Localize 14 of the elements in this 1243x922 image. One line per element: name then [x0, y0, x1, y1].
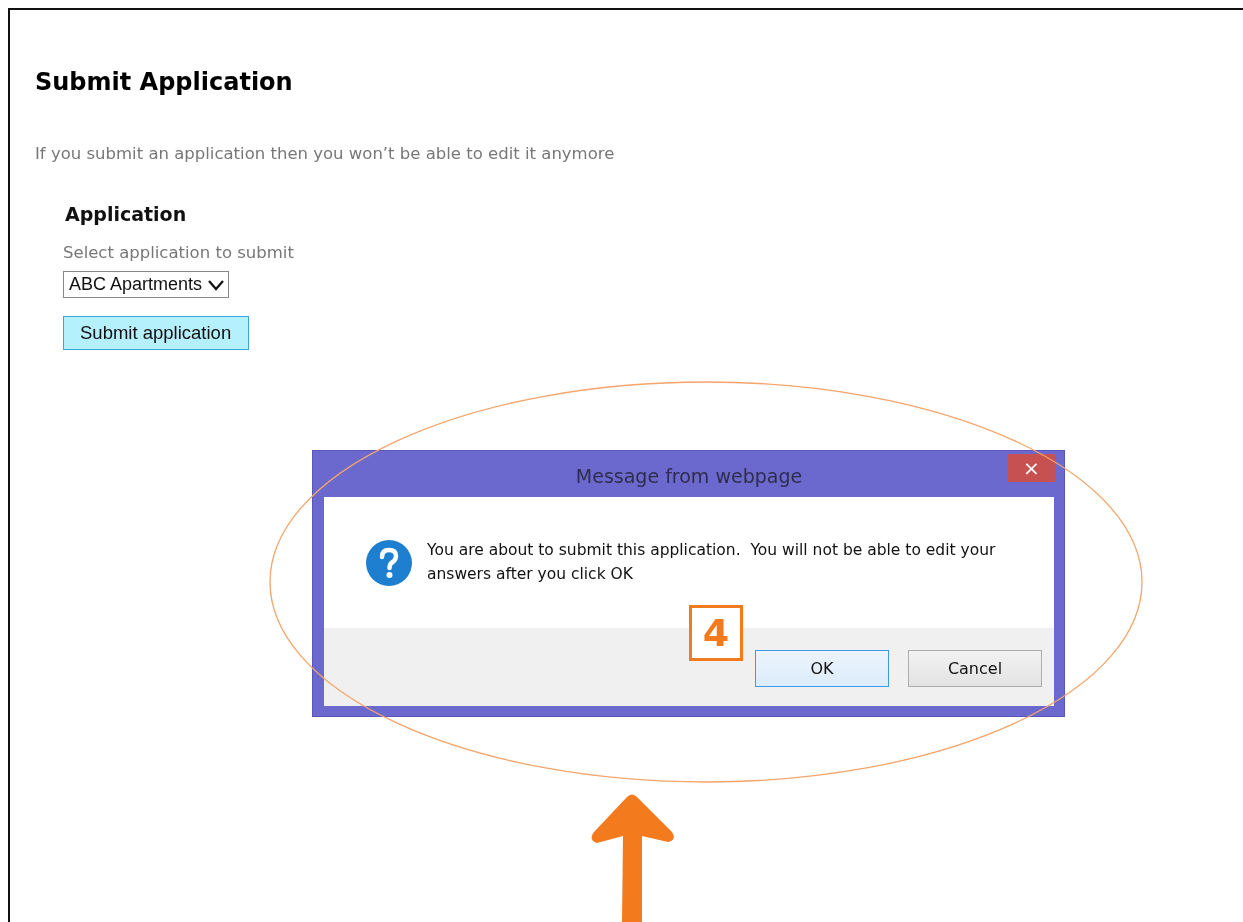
chevron-icon: [208, 278, 225, 291]
question-icon: [365, 539, 413, 587]
dialog-button[interactable]: OK: [755, 650, 889, 687]
select-label: Select application to submit: [63, 243, 294, 262]
submit-button[interactable]: Submit application: [63, 316, 250, 350]
page-title: Submit Application: [35, 68, 294, 96]
dialog-button[interactable]: Cancel: [908, 650, 1042, 687]
dialog-title: Message from webpage: [575, 465, 803, 487]
section-heading: Application: [65, 203, 187, 225]
step-number: 4: [689, 605, 743, 661]
dialog-message: You are about to submit this application. You will not be able to edit your answers after you click OK: [427, 540, 997, 585]
notice-text: If you submit an application then you won’t be able to edit it anymore: [35, 144, 616, 163]
application-select[interactable]: ABC Apartments: [63, 271, 230, 298]
close-button[interactable]: ×: [1008, 454, 1055, 482]
